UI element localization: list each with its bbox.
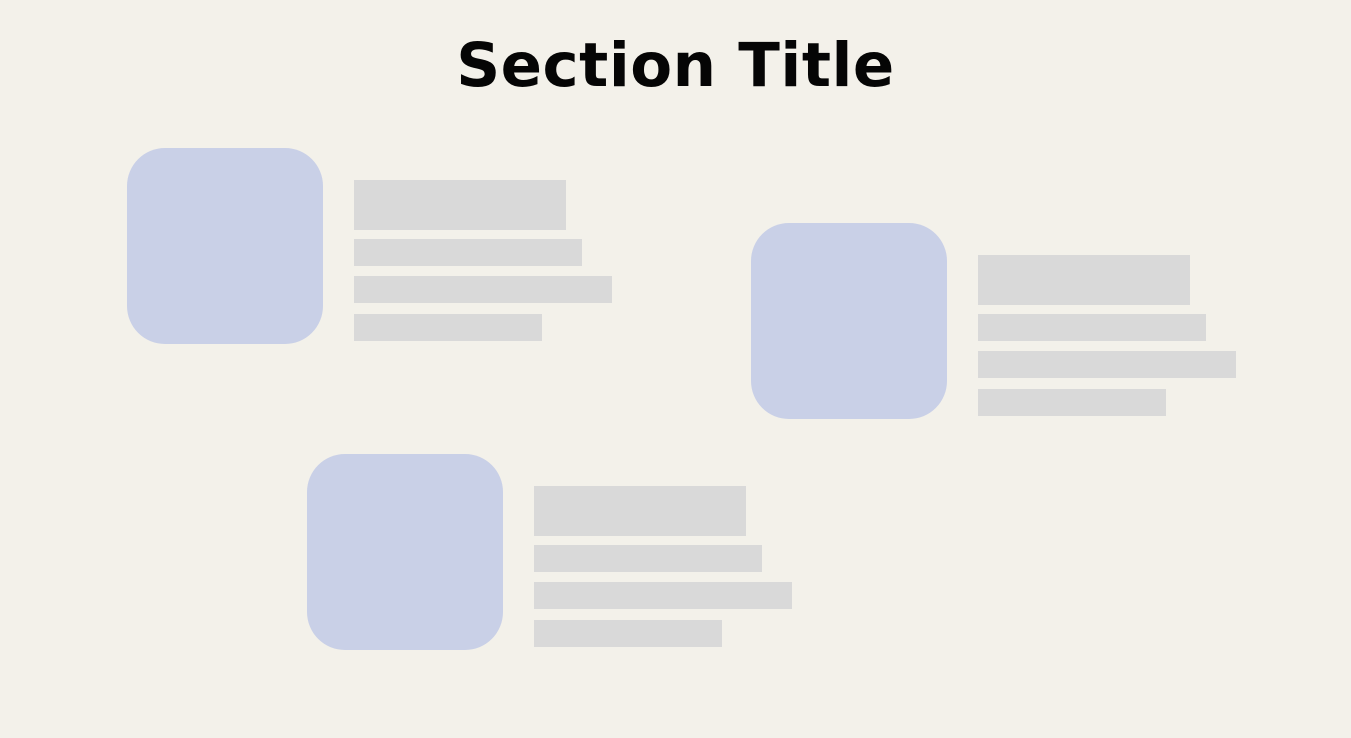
card-text-placeholder [978,255,1248,419]
card-text-placeholder [534,486,804,650]
content-card [307,454,827,654]
card-title-placeholder [978,255,1190,305]
content-card [127,148,647,348]
card-description-line [534,620,722,647]
image-placeholder [751,223,947,419]
content-card [751,223,1271,423]
card-description-line [978,351,1236,378]
image-placeholder [307,454,503,650]
card-description-line [354,276,612,303]
card-title-placeholder [354,180,566,230]
card-description-line [534,582,792,609]
card-title-placeholder [534,486,746,536]
card-description-line [978,314,1206,341]
card-text-placeholder [354,180,624,344]
card-description-line [354,239,582,266]
card-description-line [978,389,1166,416]
image-placeholder [127,148,323,344]
section-title: Section Title [456,30,895,101]
card-description-line [354,314,542,341]
card-description-line [534,545,762,572]
